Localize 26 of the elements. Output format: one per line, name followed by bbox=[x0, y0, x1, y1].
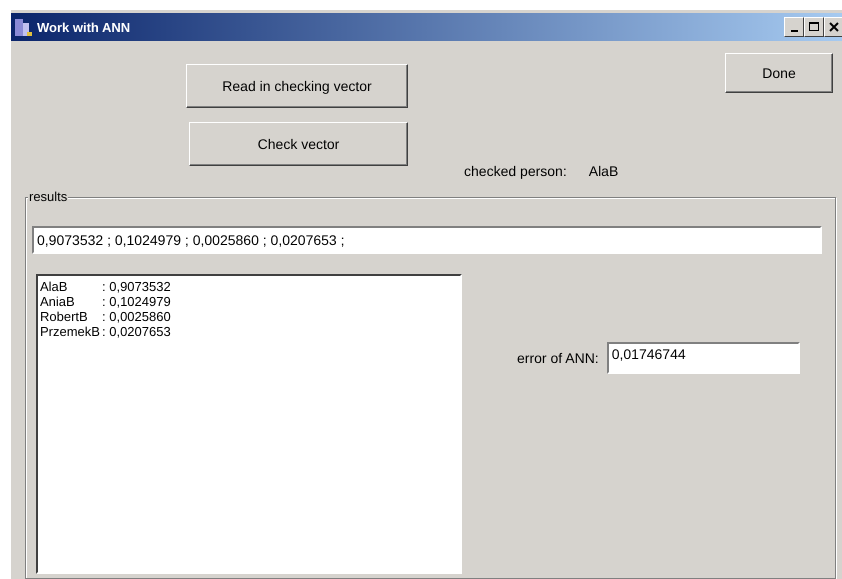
minimize-button[interactable] bbox=[784, 17, 804, 37]
person-score: : 0,1024979 bbox=[102, 294, 171, 309]
person-name: RobertB bbox=[40, 309, 89, 324]
check-vector-button[interactable]: Check vector bbox=[189, 122, 408, 166]
error-label: error of ANN: bbox=[517, 350, 599, 366]
person-name: AlaB bbox=[40, 279, 68, 294]
minimize-icon bbox=[790, 30, 798, 32]
person-name: PrzemekB bbox=[40, 324, 101, 339]
close-icon bbox=[828, 21, 840, 33]
checked-person-value: AlaB bbox=[588, 163, 618, 179]
results-list[interactable]: AlaB : 0,9073532 AniaB : 0,1024979 RobertB : 0,0025860 PrzemekB: 0,0207653 bbox=[36, 274, 462, 574]
close-button[interactable] bbox=[824, 17, 842, 37]
person-score: : 0,9073532 bbox=[102, 279, 171, 294]
done-button[interactable]: Done bbox=[725, 53, 833, 93]
person-score: : 0,0207653 bbox=[102, 324, 171, 339]
window-title: Work with ANN bbox=[37, 20, 132, 34]
person-name: AniaB bbox=[40, 294, 76, 309]
building-icon bbox=[13, 17, 33, 37]
group-legend: results bbox=[28, 189, 68, 204]
results-field[interactable]: 0,9073532 ; 0,1024979 ; 0,0025860 ; 0,0207653 ; bbox=[32, 226, 822, 254]
maximize-icon bbox=[808, 21, 820, 33]
error-field[interactable]: 0,01746744 bbox=[606, 342, 800, 374]
read-vector-button[interactable]: Read in checking vector bbox=[186, 64, 408, 108]
checked-person-label: checked person: bbox=[464, 163, 567, 179]
person-score: : 0,0025860 bbox=[102, 309, 171, 324]
maximize-button[interactable] bbox=[804, 17, 824, 37]
